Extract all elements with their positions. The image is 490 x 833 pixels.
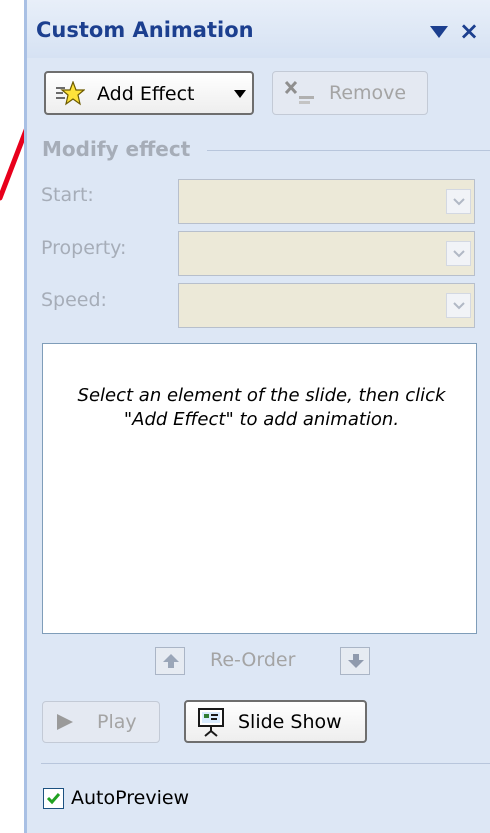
autopreview-label: AutoPreview <box>71 787 190 809</box>
close-icon[interactable]: × <box>459 17 479 45</box>
chevron-down-icon <box>453 250 465 258</box>
pane-options-icon[interactable] <box>430 25 448 39</box>
star-icon <box>56 81 85 106</box>
reorder-label: Re-Order <box>210 649 296 671</box>
arrow-down-icon <box>348 654 364 668</box>
slide-show-icon <box>198 708 224 737</box>
checkmark-icon <box>46 793 61 805</box>
slide-show-button[interactable]: Slide Show <box>184 700 367 743</box>
remove-label: Remove <box>329 82 407 104</box>
speed-label: Speed: <box>41 289 107 311</box>
empty-list-hint: Select an element of the slide, then cli… <box>77 385 446 430</box>
play-button[interactable]: Play <box>42 701 160 743</box>
dropdown-button[interactable] <box>446 293 471 318</box>
slide-show-label: Slide Show <box>238 711 342 733</box>
animation-list[interactable]: Select an element of the slide, then cli… <box>42 343 477 634</box>
chevron-down-icon <box>453 198 465 206</box>
dropdown-button[interactable] <box>446 189 471 214</box>
arrow-up-icon <box>163 654 179 668</box>
autopreview-checkbox[interactable] <box>43 788 64 809</box>
play-icon <box>57 714 73 730</box>
chevron-down-icon <box>453 302 465 310</box>
section-divider <box>207 150 490 151</box>
play-label: Play <box>97 711 137 733</box>
property-dropdown[interactable] <box>178 231 475 276</box>
start-dropdown[interactable] <box>178 179 475 224</box>
pane-title: Custom Animation <box>36 18 254 42</box>
add-effect-button[interactable]: Add Effect <box>44 71 254 115</box>
move-up-button[interactable] <box>155 647 185 675</box>
custom-animation-pane: Custom Animation × Add Effect Remove Mod… <box>24 0 490 833</box>
speed-dropdown[interactable] <box>178 283 475 328</box>
remove-button[interactable]: Remove <box>272 71 428 115</box>
pane-title-bar: Custom Animation × <box>27 0 490 58</box>
bottom-divider <box>41 763 490 764</box>
add-effect-label: Add Effect <box>97 83 195 105</box>
start-label: Start: <box>41 184 94 206</box>
remove-effect-icon <box>284 80 314 104</box>
dropdown-button[interactable] <box>446 241 471 266</box>
move-down-button[interactable] <box>340 647 370 675</box>
property-label: Property: <box>41 237 127 259</box>
chevron-down-icon <box>234 90 246 98</box>
modify-effect-heading: Modify effect <box>42 137 191 161</box>
